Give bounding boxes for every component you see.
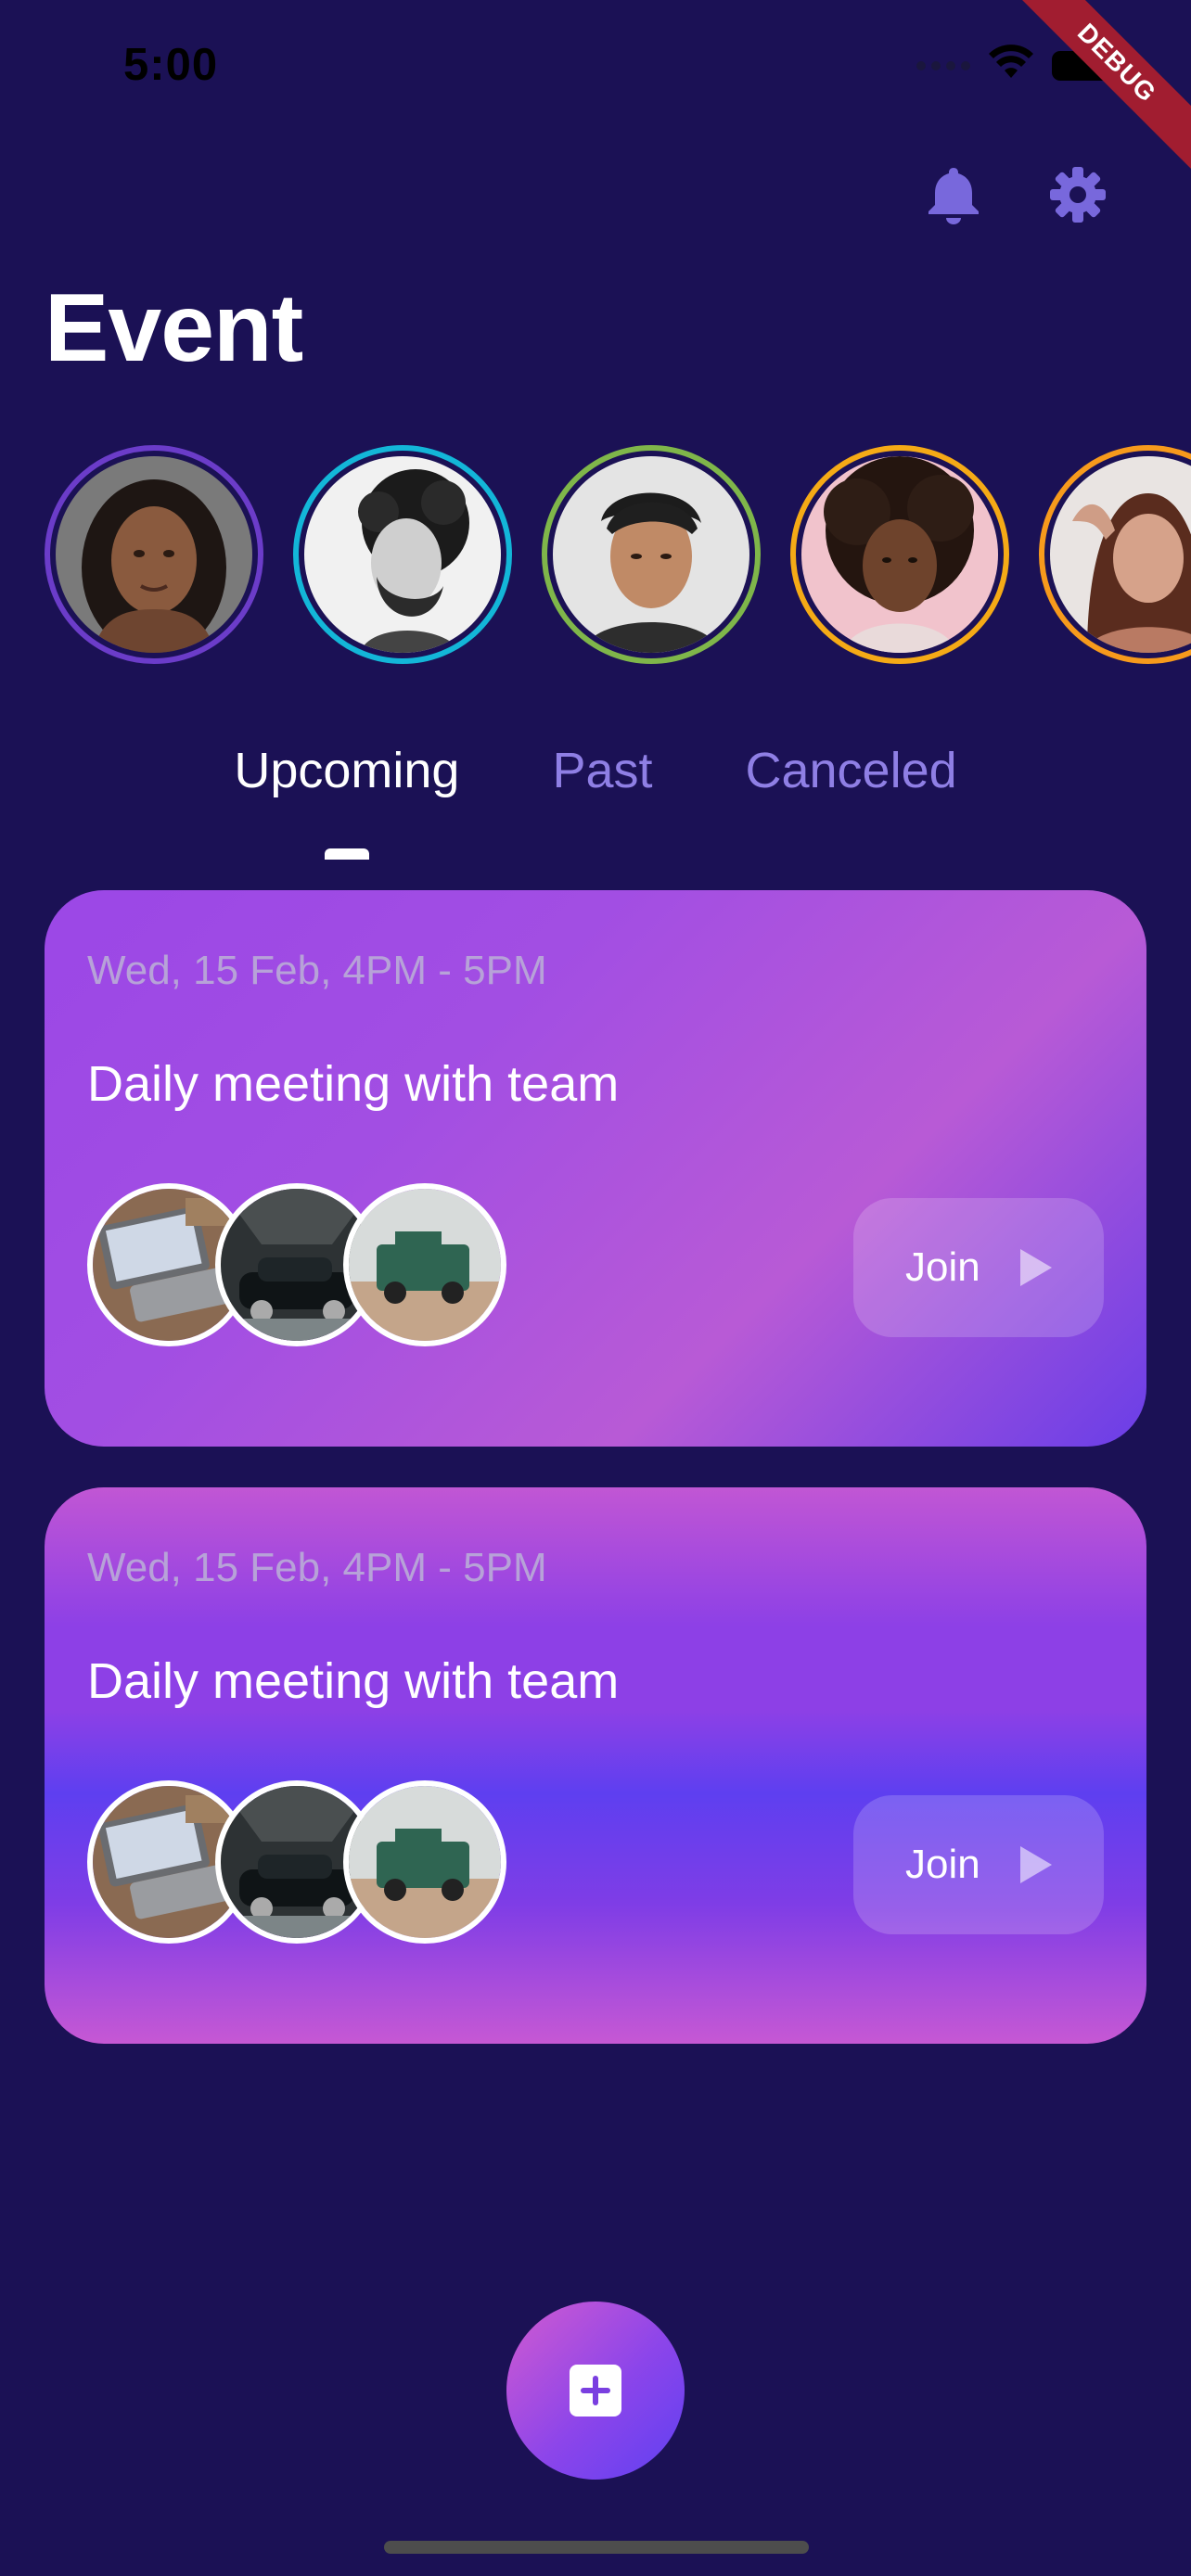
plus-square-icon [570,2365,621,2417]
tab-upcoming[interactable]: Upcoming [234,742,459,799]
settings-button[interactable] [1048,165,1108,224]
story-avatar[interactable] [45,445,263,664]
gear-icon [1050,167,1106,223]
person-photo-icon [1050,456,1191,653]
tab-past[interactable]: Past [552,742,652,799]
story-avatar[interactable] [1039,445,1191,664]
join-label: Join [905,1842,980,1887]
home-indicator[interactable] [384,2541,809,2554]
event-date: Wed, 15 Feb, 4PM - 5PM [87,948,547,993]
event-card[interactable]: Wed, 15 Feb, 4PM - 5PM Daily meeting wit… [45,890,1146,1447]
page-title: Event [45,274,303,382]
header-actions [924,165,1108,224]
story-avatar[interactable] [790,445,1009,664]
bell-icon [928,168,979,224]
tab-canceled[interactable]: Canceled [746,742,957,799]
person-photo-icon [801,456,998,653]
join-button[interactable]: Join [853,1795,1104,1934]
stories-row[interactable] [45,445,1191,677]
notifications-button[interactable] [924,165,983,224]
cellular-signal-icon [916,60,970,70]
join-button[interactable]: Join [853,1198,1104,1337]
person-photo-icon [56,456,252,653]
person-photo-icon [553,456,749,653]
attendee-thumbnails [87,1780,506,1947]
story-avatar[interactable] [542,445,761,664]
jeep-thumbnail [343,1780,506,1944]
status-time: 5:00 [123,40,219,90]
event-title: Daily meeting with team [87,1056,620,1112]
wifi-icon [987,45,1035,86]
debug-banner: DEBUG [1002,0,1191,178]
event-date: Wed, 15 Feb, 4PM - 5PM [87,1545,547,1590]
story-avatar[interactable] [293,445,512,664]
join-label: Join [905,1244,980,1290]
event-tabs: Upcoming Past Canceled [0,742,1191,799]
play-icon [1020,1249,1052,1286]
event-title: Daily meeting with team [87,1653,620,1709]
play-icon [1020,1846,1052,1883]
jeep-thumbnail [343,1183,506,1346]
attendee-thumbnails [87,1183,506,1350]
add-event-button[interactable] [506,2302,685,2480]
person-photo-icon [304,456,501,653]
event-card[interactable]: Wed, 15 Feb, 4PM - 5PM Daily meeting wit… [45,1487,1146,2044]
